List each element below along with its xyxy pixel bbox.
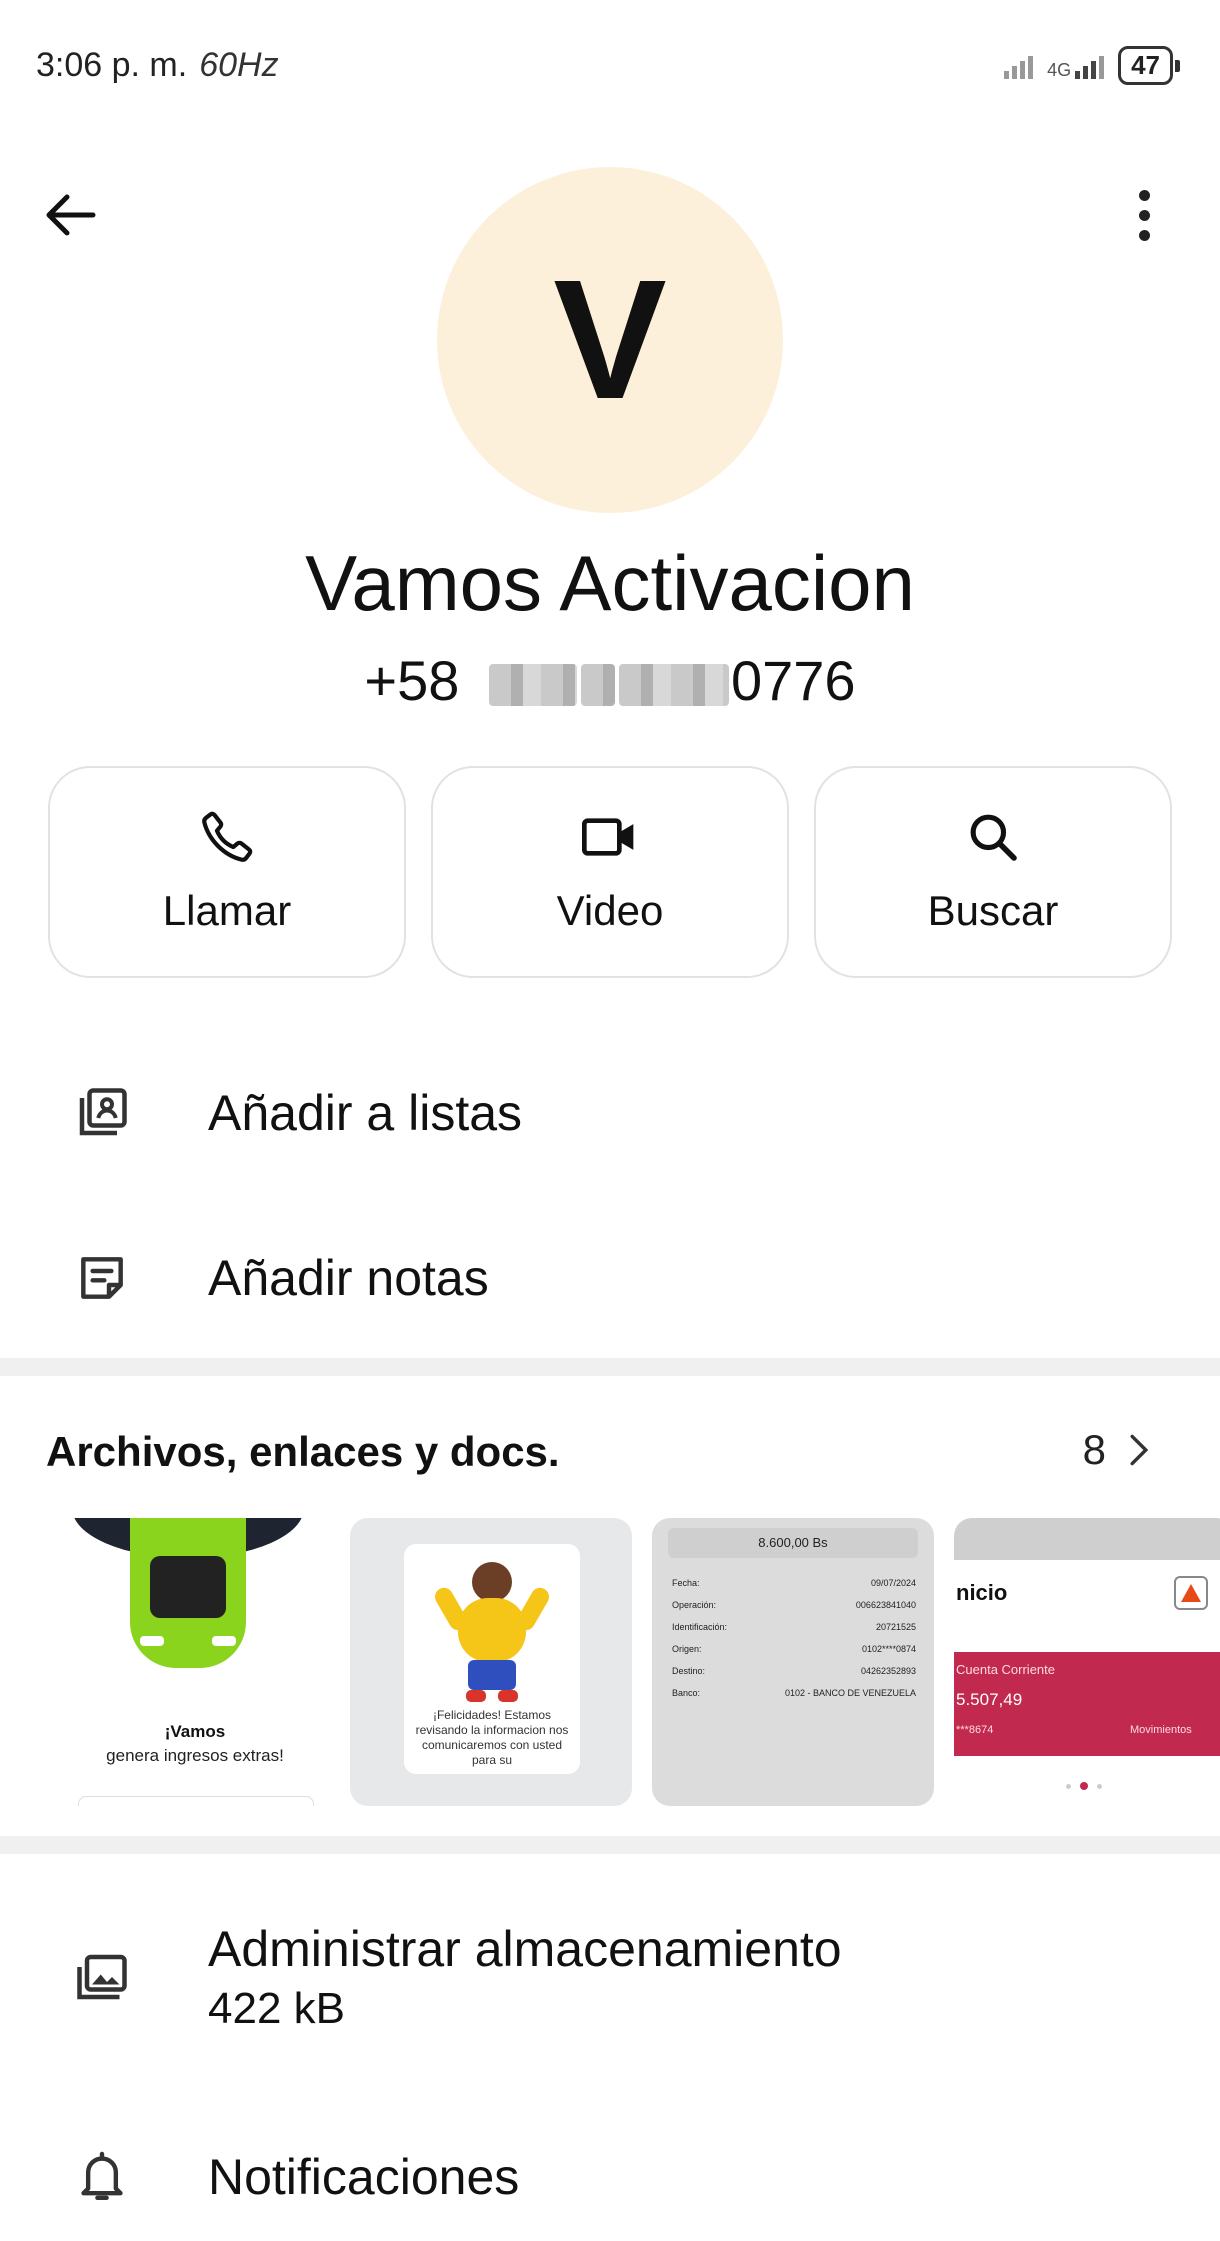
receipt-value: 09/07/2024 xyxy=(870,1578,916,1588)
contact-name: Vamos Activacion xyxy=(305,539,915,627)
refresh-rate: 60Hz xyxy=(199,46,279,84)
receipt-label: Operación: xyxy=(672,1600,717,1610)
arrow-left-icon xyxy=(46,194,96,236)
bank-logo-icon xyxy=(1174,1576,1208,1610)
media-section-title: Archivos, enlaces y docs. xyxy=(46,1428,560,1475)
receipt-label: Origen: xyxy=(672,1644,702,1654)
receipt-label: Destino: xyxy=(672,1666,706,1676)
storage-size: 422 kB xyxy=(208,1984,345,2033)
clock: 3:06 p. m. xyxy=(36,46,188,84)
receipt-label: Identificación: xyxy=(672,1622,728,1632)
network-label: 4G xyxy=(1047,59,1072,80)
add-notes-item[interactable]: Añadir notas xyxy=(0,1243,1220,1313)
video-call-button[interactable]: Video xyxy=(431,766,789,978)
receipt-amount: 8.600,00 Bs xyxy=(668,1528,918,1558)
back-button[interactable] xyxy=(36,180,106,250)
bell-icon xyxy=(72,2147,132,2207)
receipt-value: 0102****0874 xyxy=(861,1644,916,1654)
notifications-item[interactable]: Notificaciones xyxy=(0,2142,1220,2212)
phone-redacted xyxy=(488,664,577,707)
status-time: 3:06 p. m. 60Hz xyxy=(36,46,279,85)
video-label: Video xyxy=(556,887,664,934)
media-count-link[interactable]: 8 xyxy=(1083,1426,1150,1474)
media-thumbnails: ¡Vamos genera ingresos extras! ¡Felicida… xyxy=(0,1518,1220,1808)
add-notes-label: Añadir notas xyxy=(208,1250,489,1306)
storage-text: Administrar almacenamiento 422 kB xyxy=(208,1920,842,2034)
contact-list-icon xyxy=(72,1083,132,1143)
section-divider xyxy=(0,1836,1220,1854)
battery-level: 47 xyxy=(1118,46,1173,85)
notifications-label: Notificaciones xyxy=(208,2149,520,2205)
section-divider xyxy=(0,1358,1220,1376)
call-button[interactable]: Llamar xyxy=(48,766,406,978)
thumb-text: nicio xyxy=(956,1580,1008,1605)
signal-icon xyxy=(1004,53,1034,79)
add-to-lists-item[interactable]: Añadir a listas xyxy=(0,1078,1220,1148)
media-thumbnail[interactable]: ¡Felicidades! Estamos revisando la infor… xyxy=(350,1518,632,1806)
receipt-label: Fecha: xyxy=(672,1578,700,1588)
phone-redacted xyxy=(580,664,615,707)
phone-suffix: 0776 xyxy=(730,649,856,712)
status-icons: 4G 47 xyxy=(1004,46,1180,85)
contact-avatar[interactable]: V xyxy=(437,167,783,513)
thumb-text: genera ingresos extras! xyxy=(106,1746,284,1765)
battery-icon: 47 xyxy=(1118,46,1180,85)
thumb-text: ¡Vamos xyxy=(164,1722,226,1741)
media-count: 8 xyxy=(1082,1426,1106,1473)
media-thumbnail[interactable]: ¡Vamos genera ingresos extras! xyxy=(54,1518,336,1806)
thumb-text: Movimientos xyxy=(1130,1724,1192,1736)
receipt-value: 04262352893 xyxy=(860,1666,916,1676)
note-icon xyxy=(72,1248,132,1308)
manage-storage-item[interactable]: Administrar almacenamiento 422 kB xyxy=(0,1912,1220,2042)
storage-label: Administrar almacenamiento xyxy=(208,1921,842,1977)
more-options-button[interactable] xyxy=(1114,180,1174,250)
status-bar: 3:06 p. m. 60Hz 4G 47 xyxy=(0,0,1220,130)
action-buttons: Llamar Video Buscar xyxy=(48,766,1172,978)
receipt-label: Banco: xyxy=(672,1688,701,1698)
receipt-value: 20721525 xyxy=(875,1622,916,1632)
call-label: Llamar xyxy=(162,887,292,934)
search-button[interactable]: Buscar xyxy=(814,766,1172,978)
media-thumbnail[interactable]: 8.600,00 Bs Fecha: 09/07/2024 Operación: 0… xyxy=(652,1518,934,1806)
thumb-text: ***8674 xyxy=(956,1724,994,1736)
network-icon: 4G xyxy=(1047,53,1105,80)
search-icon xyxy=(970,814,1017,861)
add-to-lists-label: Añadir a listas xyxy=(208,1085,523,1141)
storage-icon xyxy=(72,1947,132,2007)
thumb-text: 5.507,49 xyxy=(956,1690,1023,1709)
receipt-value: 0102 - BANCO DE VENEZUELA xyxy=(784,1688,916,1698)
contact-phone: +58 0776 xyxy=(0,648,1220,713)
video-icon xyxy=(581,818,634,856)
phone-icon xyxy=(202,811,253,862)
search-label: Buscar xyxy=(927,887,1059,934)
thumb-text: Cuenta Corriente xyxy=(956,1662,1055,1677)
media-thumbnail[interactable]: nicio Cuenta Corriente 5.507,49 ***8674 … xyxy=(954,1518,1220,1806)
receipt-value: 006623841040 xyxy=(855,1600,916,1610)
phone-prefix: +58 xyxy=(364,649,460,712)
thumb-text: ¡Felicidades! Estamos revisando la infor… xyxy=(415,1708,569,1767)
chevron-right-icon xyxy=(1130,1434,1149,1466)
phone-redacted xyxy=(618,664,729,707)
